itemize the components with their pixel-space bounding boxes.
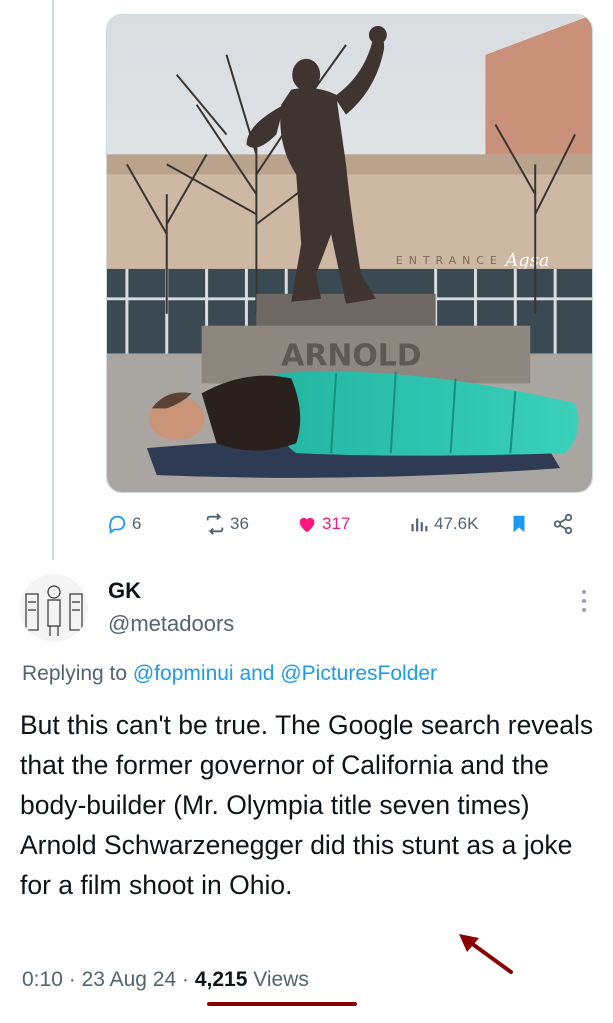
bookmark-icon	[513, 515, 525, 533]
replying-to-line: Replying to @fopminui and @PicturesFolde…	[22, 662, 437, 686]
tweet-views-label: Views	[253, 968, 309, 991]
user-handle[interactable]: @metadoors	[108, 611, 234, 637]
reply-button[interactable]: 6	[106, 506, 141, 542]
mention-link-fopminui[interactable]: @fopminui	[133, 662, 234, 685]
mention-and: and	[239, 662, 275, 685]
thread-line	[52, 0, 54, 560]
statue-photo-illustration: ENTRANCE Agsa ARNOLD	[107, 15, 592, 492]
tweet-date[interactable]: 23 Aug 24	[82, 968, 177, 991]
building-sign: ENTRANCE	[396, 254, 503, 267]
bookmark-button[interactable]	[508, 506, 530, 542]
views-count: 47.6K	[434, 514, 479, 533]
tweet-photo[interactable]: ENTRANCE Agsa ARNOLD	[106, 14, 593, 493]
watermark: Agsa	[503, 250, 549, 271]
pedestal-sign: ARNOLD	[281, 339, 421, 374]
meta-separator-2: ·	[182, 968, 189, 991]
heart-icon	[299, 517, 315, 533]
annotation-arrow-icon	[459, 934, 513, 974]
repost-button[interactable]: 36	[204, 506, 249, 542]
reply-count: 6	[132, 514, 142, 533]
like-button[interactable]: 317	[296, 506, 350, 542]
tweet-action-bar: 6 36 317 47.6K	[106, 506, 586, 542]
annotation-underline	[207, 1002, 357, 1006]
tweet-metadata: 0:10 · 23 Aug 24 · 4,215 Views	[22, 968, 309, 992]
mention-link-picturesfolder[interactable]: @PicturesFolder	[280, 662, 437, 685]
repost-icon	[206, 513, 224, 535]
share-icon	[553, 513, 573, 535]
analytics-icon	[411, 518, 428, 532]
avatar[interactable]	[20, 574, 88, 642]
replying-prefix: Replying to	[22, 662, 128, 685]
reply-icon	[108, 515, 126, 535]
meta-separator: ·	[68, 968, 76, 991]
tweet-time[interactable]: 0:10	[22, 968, 63, 991]
reply-tweet-text: But this can't be true. The Google searc…	[20, 710, 594, 900]
views-button[interactable]: 47.6K	[408, 506, 478, 542]
repost-count: 36	[230, 514, 249, 533]
more-options-icon[interactable]	[580, 590, 588, 616]
reply-author-header: GK @metadoors	[20, 572, 600, 644]
avatar-image	[20, 574, 88, 642]
like-count: 317	[322, 514, 351, 533]
share-button[interactable]	[552, 506, 574, 542]
display-name[interactable]: GK	[108, 578, 141, 604]
tweet-views-count: 4,215	[194, 968, 248, 991]
